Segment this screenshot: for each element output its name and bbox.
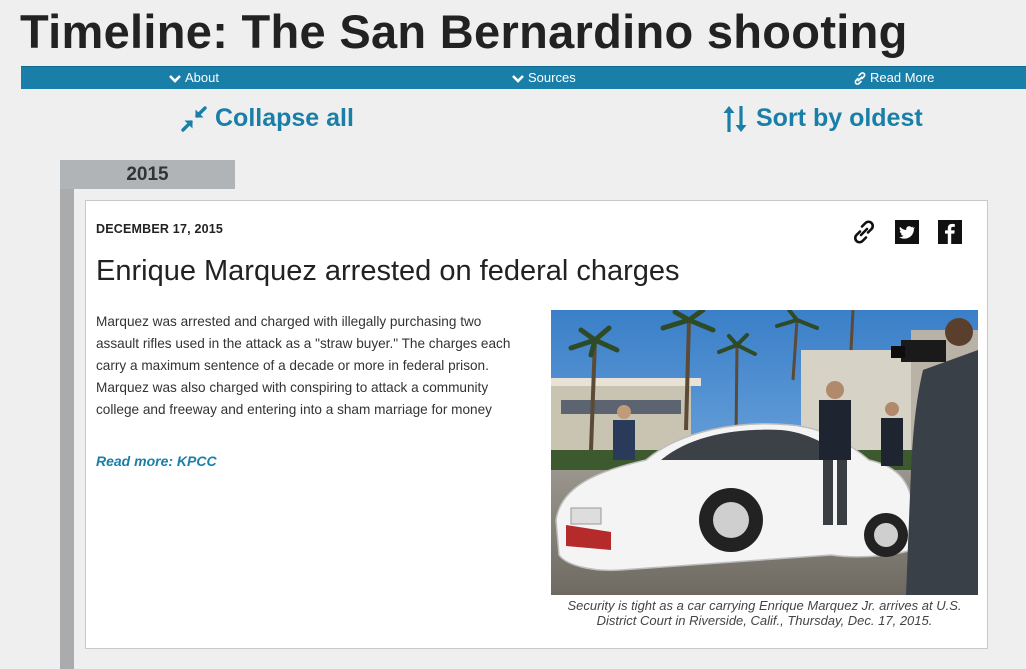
sort-arrows-icon <box>722 104 748 134</box>
collapse-all-button[interactable]: Collapse all <box>181 100 354 136</box>
year-marker[interactable]: 2015 <box>60 160 235 189</box>
nav-item-label: About <box>185 70 219 85</box>
permalink-icon[interactable] <box>851 219 877 245</box>
nav-item-label: Read More <box>870 70 935 85</box>
sort-button[interactable]: Sort by oldest <box>722 100 923 136</box>
entry-photo <box>551 310 978 595</box>
facebook-icon[interactable] <box>937 219 963 245</box>
chevron-down-icon <box>169 74 181 84</box>
read-more-link[interactable]: Read more: KPCC <box>96 453 217 469</box>
collapse-all-label: Collapse all <box>215 104 354 132</box>
entry-headline: Enrique Marquez arrested on federal char… <box>96 255 680 287</box>
twitter-icon[interactable] <box>894 219 920 245</box>
nav-item-about[interactable]: About <box>169 67 219 89</box>
sort-label: Sort by oldest <box>756 104 923 132</box>
entry-body: Marquez was arrested and charged with il… <box>96 314 511 417</box>
nav-item-label: Sources <box>528 70 576 85</box>
top-navbar: About Sources Read More <box>21 66 1026 89</box>
photo-caption: Security is tight as a car carrying Enri… <box>567 598 962 628</box>
page-title: Timeline: The San Bernardino shooting <box>20 5 908 58</box>
link-icon <box>854 72 866 85</box>
timeline-entry-card: DECEMBER 17, 2015 Enrique Marquez arrest… <box>85 200 988 649</box>
entry-date: DECEMBER 17, 2015 <box>96 222 224 236</box>
nav-item-sources[interactable]: Sources <box>512 67 576 89</box>
chevron-down-icon <box>512 74 524 84</box>
collapse-icon <box>181 106 207 133</box>
nav-item-read-more[interactable]: Read More <box>854 67 934 89</box>
timeline-rail <box>60 160 74 669</box>
